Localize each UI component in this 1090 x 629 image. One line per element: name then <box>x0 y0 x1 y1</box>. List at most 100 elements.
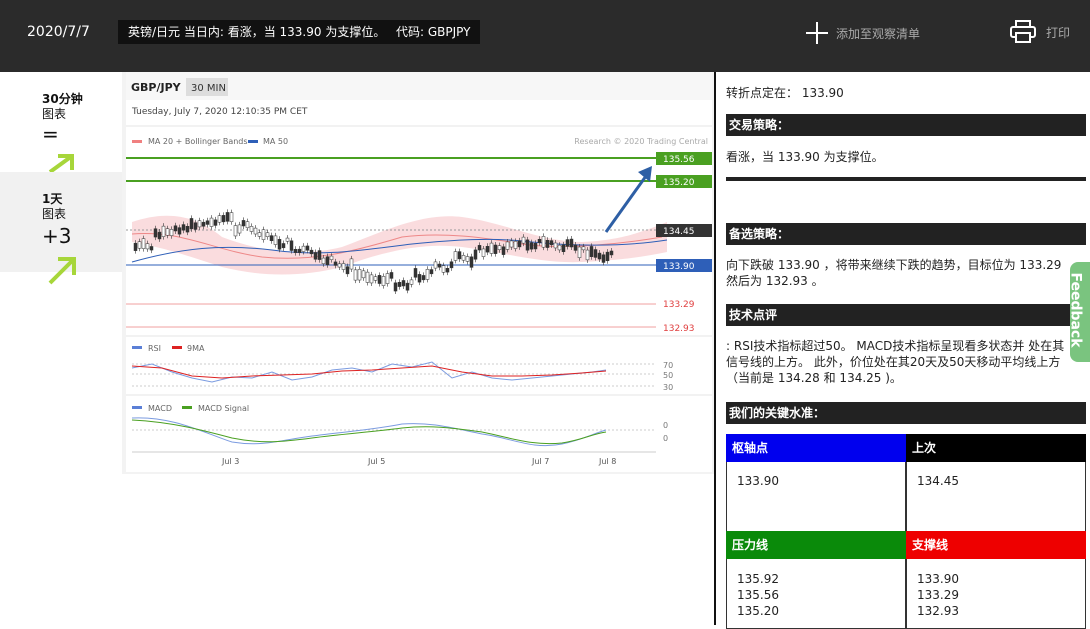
printer-icon <box>1010 20 1036 43</box>
candle <box>465 256 470 262</box>
candle <box>485 246 490 253</box>
candle <box>225 212 230 222</box>
candle <box>181 224 186 231</box>
last-header: 上次 <box>906 434 1086 462</box>
x-tick: Jul 8 <box>598 457 616 466</box>
candle <box>349 258 354 270</box>
support-header: 支撑线 <box>906 531 1086 559</box>
support-cell: 支撑线 133.90 133.29 132.93 <box>906 531 1086 629</box>
price-chart: GBP/JPY 30 MIN Tuesday, July 7, 2020 12:… <box>122 72 714 474</box>
candle <box>149 246 154 251</box>
candle <box>249 226 254 232</box>
candle <box>513 241 518 249</box>
plus-icon <box>806 22 828 44</box>
chart-credit: Research © 2020 Trading Central <box>574 137 708 146</box>
candle <box>293 248 298 253</box>
timeframe-sidebar: 30分钟 图表 = 1天 图表 +3 <box>0 72 122 625</box>
candle <box>277 239 282 250</box>
candle <box>521 236 526 244</box>
sidebar-item-1day[interactable]: 1天 图表 +3 <box>0 172 122 285</box>
candle <box>593 249 598 258</box>
divider <box>726 177 1086 181</box>
candle <box>557 244 562 251</box>
candle <box>213 219 218 226</box>
legend-ma20: MA 20 + Bollinger Bands <box>148 137 248 146</box>
alt-strategy-title: 备选策略： <box>726 223 1086 245</box>
candle <box>261 229 266 240</box>
print-button[interactable]: 打印 <box>1010 20 1070 44</box>
candle <box>533 242 538 250</box>
feedback-tab[interactable]: Feedback <box>1068 262 1090 362</box>
candle <box>229 212 234 222</box>
candle <box>569 238 574 248</box>
level-label: 135.20 <box>663 178 695 188</box>
candle <box>361 270 366 279</box>
candle <box>269 235 274 241</box>
candle <box>201 221 206 227</box>
rsi-ma-legend: 9MA <box>187 344 205 353</box>
candle <box>577 246 582 258</box>
candle <box>321 257 326 265</box>
candle <box>413 268 418 278</box>
candle <box>289 240 294 251</box>
support-value: 133.29 <box>917 588 959 602</box>
candle <box>469 256 474 268</box>
candle <box>165 228 170 236</box>
candle <box>381 276 386 286</box>
candle <box>489 242 494 254</box>
candle <box>153 228 158 238</box>
candle <box>161 225 166 237</box>
rsi-legend: RSI <box>148 344 161 353</box>
candle <box>337 263 342 268</box>
candle <box>173 225 178 232</box>
candle <box>393 282 398 292</box>
print-label: 打印 <box>1046 25 1071 40</box>
watchlist-label: 添加至观察清单 <box>836 26 921 41</box>
candle <box>137 241 142 249</box>
candle <box>273 235 278 245</box>
candle <box>245 221 250 229</box>
candle <box>437 263 442 268</box>
candle <box>285 237 290 242</box>
candle <box>345 266 350 275</box>
resistance-cell: 压力线 135.92 135.56 135.20 <box>726 531 906 629</box>
candle <box>565 239 570 247</box>
candle <box>517 240 522 248</box>
x-tick: Jul 3 <box>221 457 239 466</box>
candle <box>529 242 534 250</box>
date-label: 2020/7/7 <box>27 24 90 40</box>
candle <box>429 269 434 275</box>
candle <box>553 242 558 249</box>
tech-title: 技术点评 <box>726 304 1086 326</box>
candle <box>457 251 462 260</box>
top-bar: 2020/7/7 英镑/日元 当日内: 看涨，当 133.90 为支撑位。 代码… <box>0 0 1090 72</box>
candle <box>401 280 406 287</box>
level-label: 134.45 <box>663 227 695 237</box>
candle <box>185 226 190 233</box>
candle <box>237 224 242 234</box>
candle <box>329 255 334 260</box>
candle <box>157 231 162 240</box>
candle <box>281 243 286 249</box>
candle <box>385 273 390 284</box>
candle <box>233 225 238 237</box>
candle <box>141 238 146 249</box>
legend-ma50: MA 50 <box>263 137 288 146</box>
candle <box>497 245 502 250</box>
candle <box>133 242 138 251</box>
resistance-value: 135.56 <box>737 588 779 602</box>
candle <box>597 252 602 260</box>
candle <box>357 269 362 281</box>
candle <box>353 269 358 281</box>
candle <box>313 252 318 260</box>
level-label: 135.56 <box>663 155 695 165</box>
candle <box>209 217 214 227</box>
chart-interval[interactable]: 30 MIN <box>191 83 226 94</box>
candle <box>257 232 262 237</box>
rsi-tick: 50 <box>663 371 673 380</box>
candle <box>549 240 554 246</box>
add-to-watchlist-button[interactable]: 添加至观察清单 <box>806 20 920 46</box>
sidebar-item-30min[interactable]: 30分钟 图表 = <box>0 72 122 172</box>
candle <box>537 238 542 243</box>
candle <box>309 249 314 255</box>
